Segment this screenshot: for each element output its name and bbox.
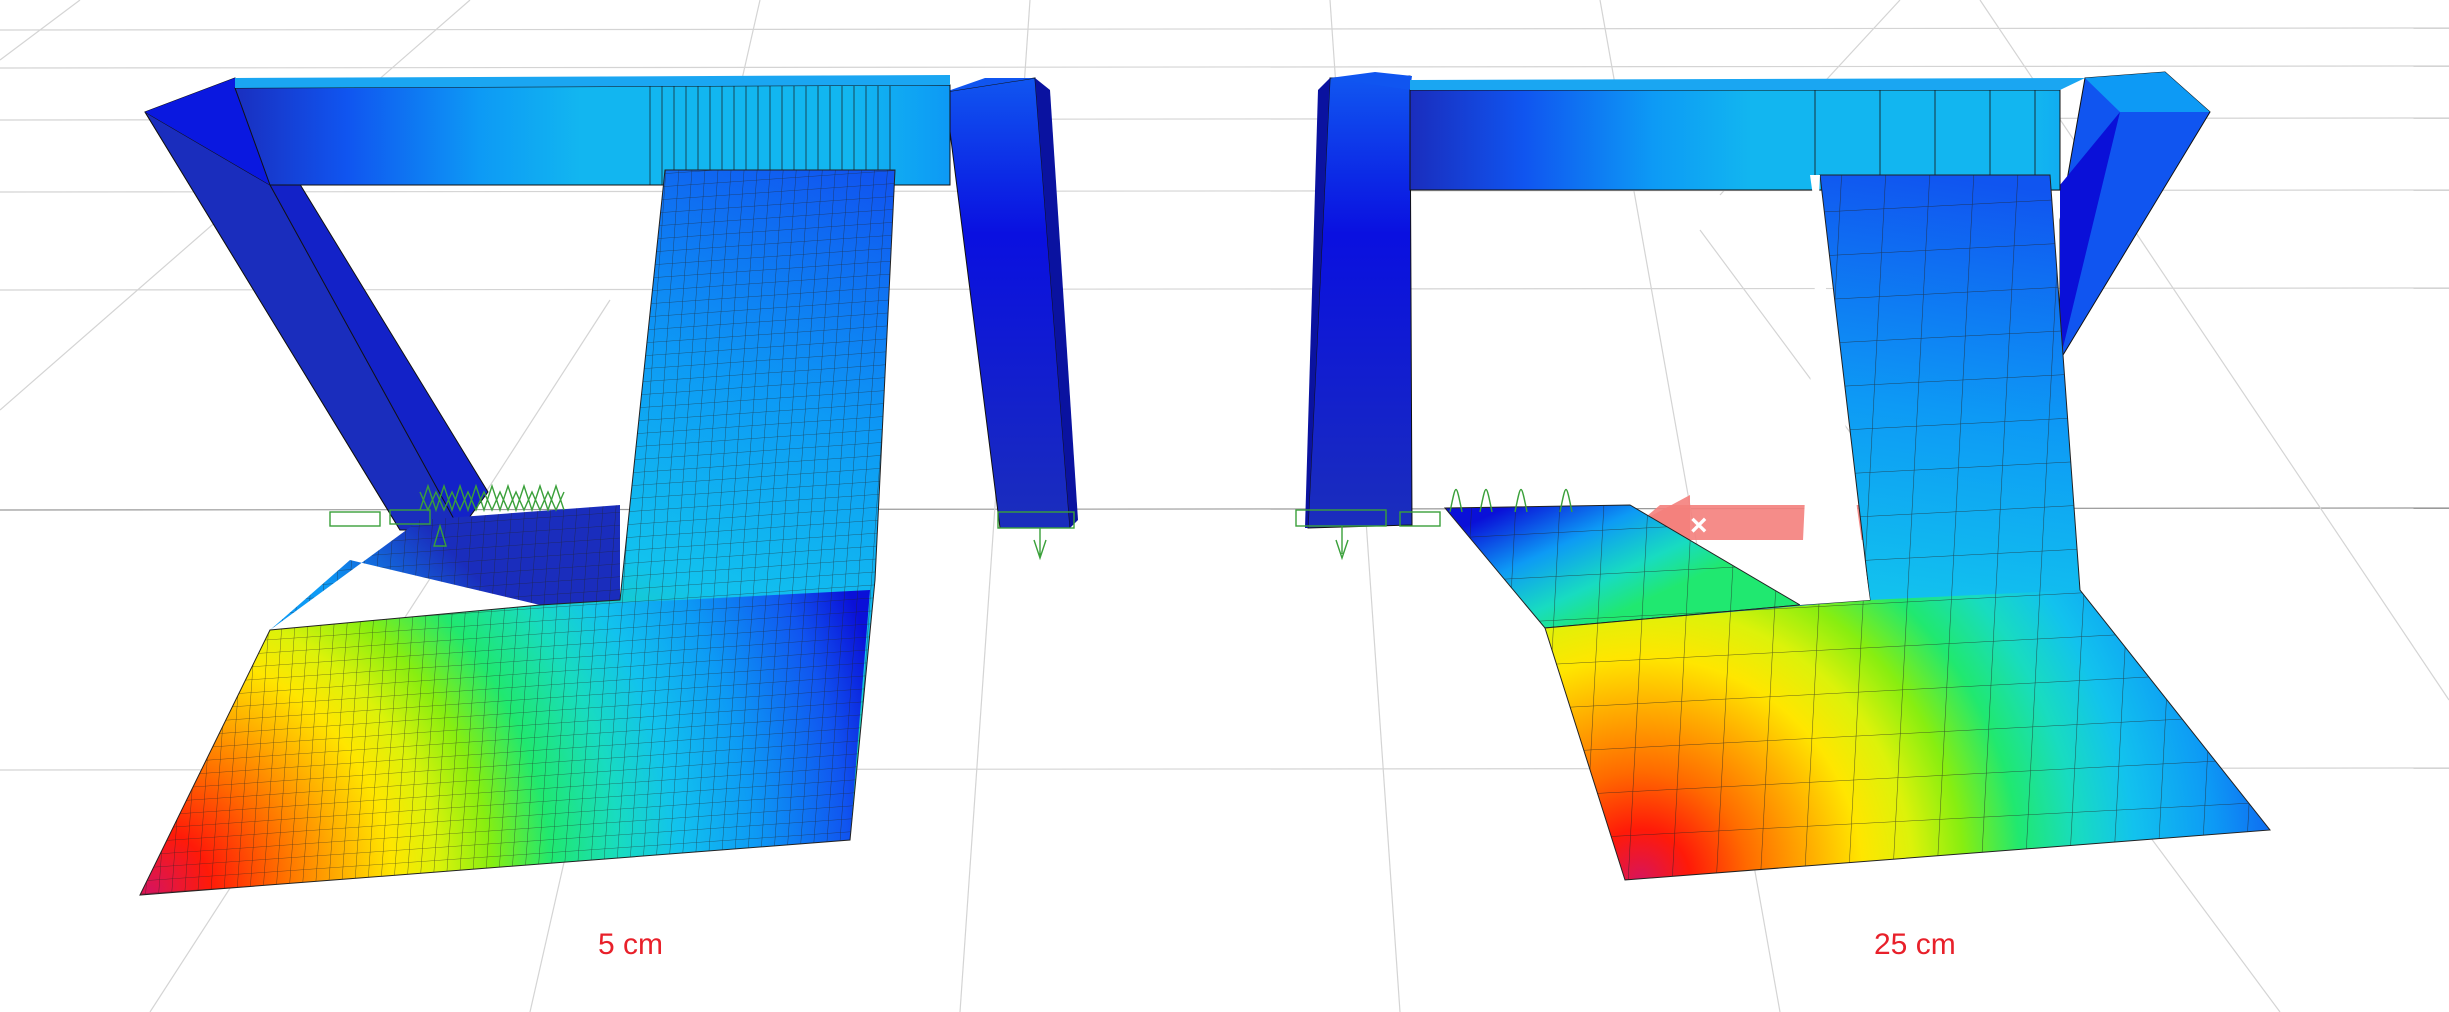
right-model: × xyxy=(1295,71,2271,881)
mesh-size-label-right: 25 cm xyxy=(1874,928,1956,961)
right-front-column xyxy=(1305,72,1413,529)
right-back-column xyxy=(2059,71,2211,362)
mesh-size-label-left: 5 cm xyxy=(598,928,664,961)
fe-result-scene: × xyxy=(0,0,2449,1012)
left-back-column xyxy=(944,77,1078,529)
right-beam xyxy=(1409,78,2085,191)
left-beam xyxy=(234,75,951,186)
left-model xyxy=(139,75,1078,896)
svg-text:×: × xyxy=(1690,509,1708,542)
